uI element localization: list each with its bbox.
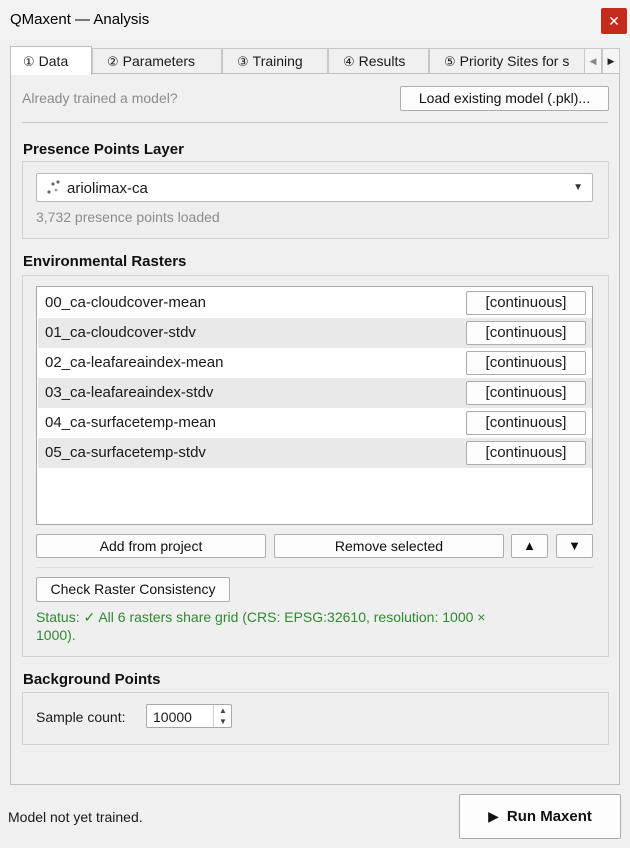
raster-row[interactable]: 05_ca-surfacetemp-stdv [continuous] xyxy=(38,438,592,468)
raster-name: 02_ca-leafareaindex-mean xyxy=(45,354,224,371)
raster-name: 03_ca-leafareaindex-stdv xyxy=(45,384,214,401)
tab-label: Results xyxy=(358,53,406,69)
raster-type-button[interactable]: [continuous] xyxy=(466,411,586,435)
run-maxent-button[interactable]: ▶ Run Maxent xyxy=(459,794,621,839)
tab-number: ② xyxy=(107,54,119,69)
tab-label: Data xyxy=(38,53,69,69)
raster-name: 05_ca-surfacetemp-stdv xyxy=(45,444,206,461)
raster-row[interactable]: 03_ca-leafareaindex-stdv [continuous] xyxy=(38,378,592,408)
move-down-button[interactable]: ▼ xyxy=(556,534,593,558)
divider xyxy=(22,122,608,123)
title-bar: QMaxent — Analysis ✕ xyxy=(0,0,630,40)
model-status-text: Model not yet trained. xyxy=(8,809,143,825)
raster-row[interactable]: 01_ca-cloudcover-stdv [continuous] xyxy=(38,318,592,348)
raster-type-button[interactable]: [continuous] xyxy=(466,381,586,405)
arrow-down-icon: ▼ xyxy=(568,538,581,553)
chevron-left-icon: ◀ xyxy=(589,56,597,66)
arrow-up-icon: ▲ xyxy=(523,538,536,553)
raster-name: 04_ca-surfacetemp-mean xyxy=(45,414,216,431)
spin-down-icon[interactable]: ▼ xyxy=(214,716,232,727)
run-maxent-label: Run Maxent xyxy=(506,808,592,825)
background-section-title: Background Points xyxy=(23,671,161,688)
check-raster-consistency-button[interactable]: Check Raster Consistency xyxy=(36,577,230,602)
close-icon: ✕ xyxy=(608,13,620,29)
add-from-project-button[interactable]: Add from project xyxy=(36,534,266,558)
presence-layer-combo[interactable]: ariolimax-ca ▼ xyxy=(36,173,593,202)
tab-parameters[interactable]: ② Parameters xyxy=(92,48,222,74)
raster-row[interactable]: 04_ca-surfacetemp-mean [continuous] xyxy=(38,408,592,438)
sample-count-label: Sample count: xyxy=(36,709,126,725)
tab-label: Priority Sites for s xyxy=(459,53,570,69)
window-title: QMaxent — Analysis xyxy=(10,11,150,28)
status-line: Status: ✓ All 6 rasters share grid (CRS:… xyxy=(36,609,486,625)
tab-number: ① xyxy=(23,54,35,69)
raster-list[interactable]: 00_ca-cloudcover-mean [continuous] 01_ca… xyxy=(36,286,593,525)
sample-count-value: 10000 xyxy=(153,709,192,725)
presence-section-title: Presence Points Layer xyxy=(23,141,184,158)
tab-number: ⑤ xyxy=(444,54,456,69)
raster-type-button[interactable]: [continuous] xyxy=(466,291,586,315)
tab-number: ③ xyxy=(237,54,249,69)
tab-label: Training xyxy=(252,53,303,69)
selected-layer-name: ariolimax-ca xyxy=(67,180,148,197)
raster-name: 00_ca-cloudcover-mean xyxy=(45,294,206,311)
tab-results[interactable]: ④ Results xyxy=(328,48,429,74)
status-line: 1000). xyxy=(36,627,76,643)
spin-up-icon[interactable]: ▲ xyxy=(214,705,232,716)
tab-scroll-right-button[interactable]: ▶ xyxy=(602,48,620,74)
spin-arrows: ▲ ▼ xyxy=(213,705,231,727)
play-icon: ▶ xyxy=(488,808,499,824)
tab-training[interactable]: ③ Training xyxy=(222,48,328,74)
raster-name: 01_ca-cloudcover-stdv xyxy=(45,324,196,341)
points-layer-icon xyxy=(45,180,61,196)
sample-count-spinbox[interactable]: 10000 ▲ ▼ xyxy=(146,704,232,728)
chevron-right-icon: ▶ xyxy=(607,56,615,66)
raster-type-button[interactable]: [continuous] xyxy=(466,321,586,345)
presence-count-status: 3,732 presence points loaded xyxy=(36,209,220,225)
raster-type-button[interactable]: [continuous] xyxy=(466,441,586,465)
tab-priority-sites[interactable]: ⑤ Priority Sites for s xyxy=(429,48,585,74)
remove-selected-button[interactable]: Remove selected xyxy=(274,534,504,558)
raster-consistency-status: Status: ✓ All 6 rasters share grid (CRS:… xyxy=(36,608,596,644)
raster-row[interactable]: 00_ca-cloudcover-mean [continuous] xyxy=(38,288,592,318)
already-trained-label: Already trained a model? xyxy=(22,90,178,106)
raster-type-button[interactable]: [continuous] xyxy=(466,351,586,375)
rasters-section-title: Environmental Rasters xyxy=(23,253,187,270)
tab-number: ④ xyxy=(343,54,355,69)
load-model-button[interactable]: Load existing model (.pkl)... xyxy=(400,86,609,111)
move-up-button[interactable]: ▲ xyxy=(511,534,548,558)
raster-row[interactable]: 02_ca-leafareaindex-mean [continuous] xyxy=(38,348,592,378)
tab-scroll-left-button[interactable]: ◀ xyxy=(584,48,602,74)
tab-label: Parameters xyxy=(122,53,196,69)
chevron-down-icon: ▼ xyxy=(573,182,583,193)
tab-data[interactable]: ① Data xyxy=(10,46,92,75)
divider xyxy=(36,567,593,568)
close-button[interactable]: ✕ xyxy=(601,8,627,34)
